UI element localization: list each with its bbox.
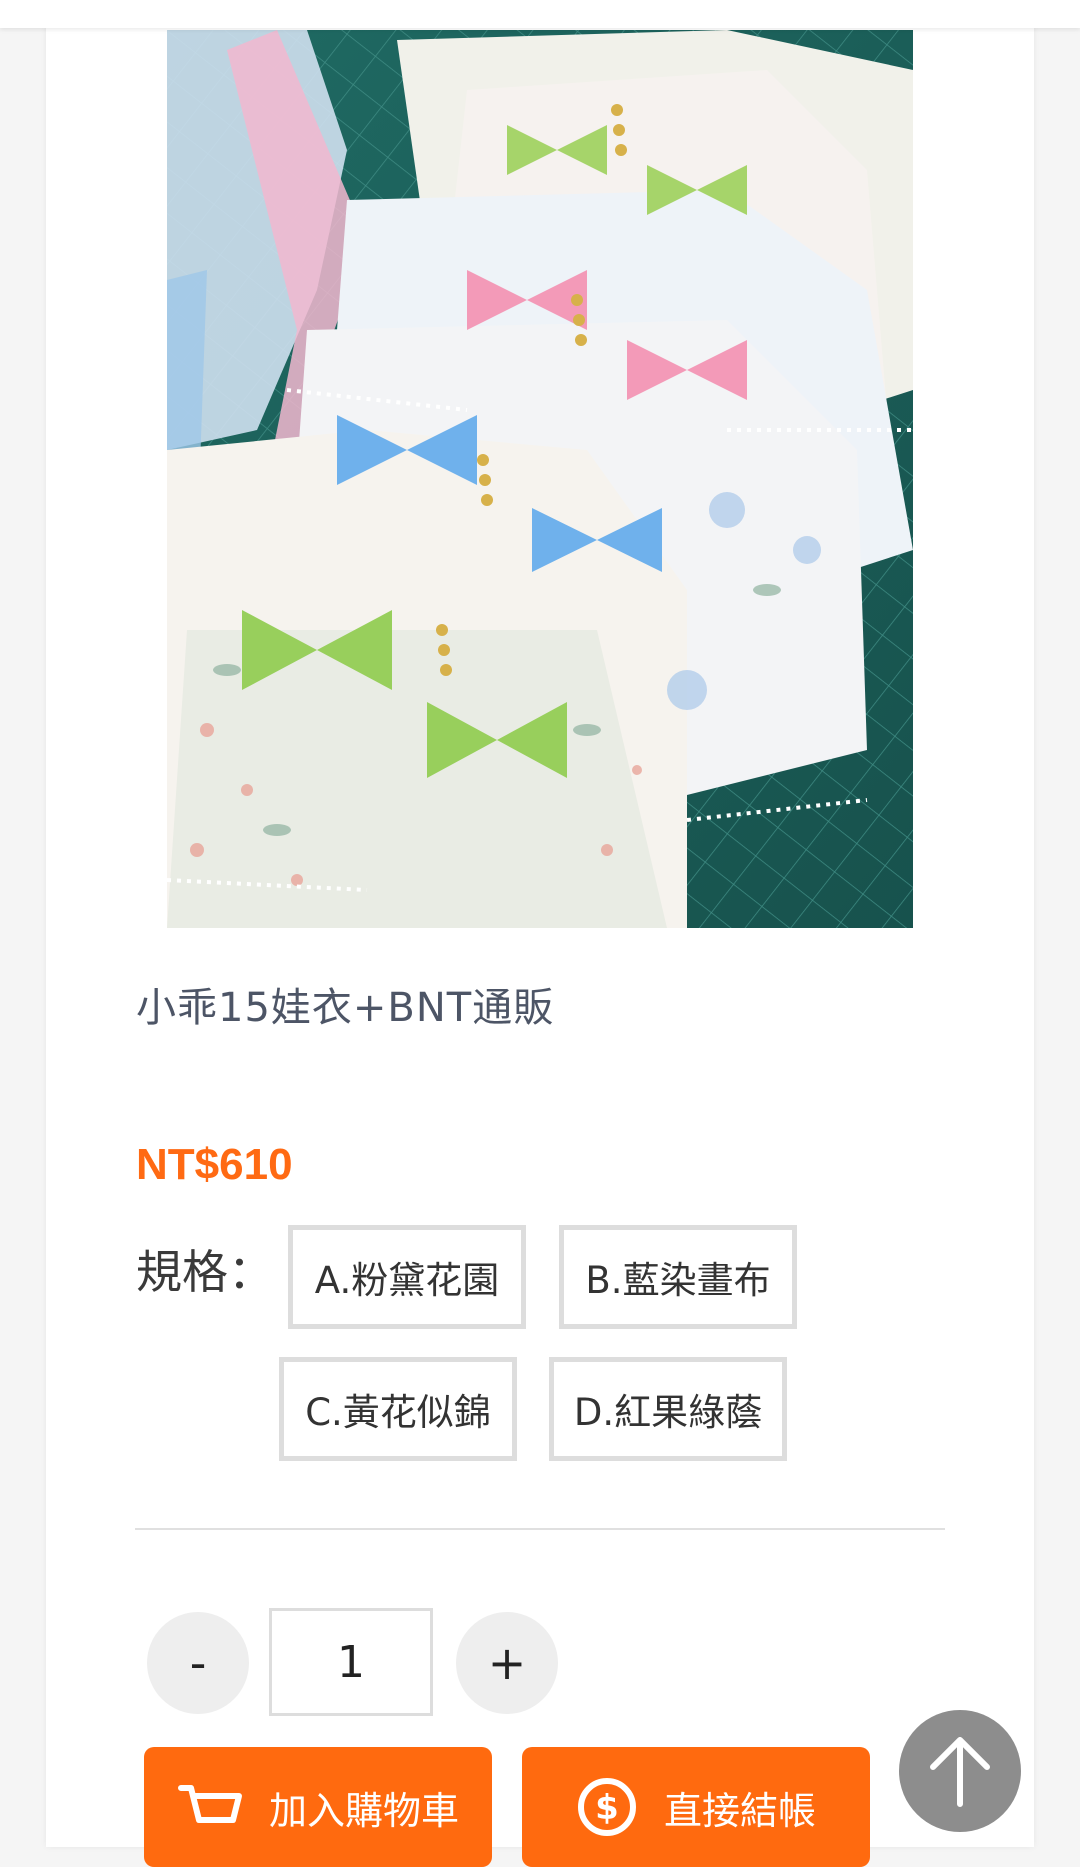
checkout-label: 直接結帳 — [663, 1788, 816, 1833]
back-to-top-button[interactable] — [899, 1710, 1021, 1832]
cart-icon — [177, 1785, 242, 1823]
quantity-plus-button[interactable]: + — [456, 1612, 558, 1714]
product-card: 小乖15娃衣+BNT通販 NT$610 規格： A.粉黛花園 B.藍染畫布 C.… — [46, 0, 1034, 1867]
spec-option-c[interactable]: C.黃花似錦 — [279, 1357, 517, 1461]
add-to-cart-button[interactable]: 加入購物車 — [144, 1747, 492, 1867]
spec-option-a[interactable]: A.粉黛花園 — [288, 1225, 526, 1329]
spec-option-b[interactable]: B.藍染畫布 — [559, 1225, 797, 1329]
divider — [135, 1528, 945, 1530]
product-image — [167, 30, 913, 928]
add-to-cart-label: 加入購物車 — [268, 1788, 459, 1833]
dollar-circle-icon: $ — [577, 1778, 636, 1836]
quantity-minus-button[interactable]: - — [147, 1612, 249, 1714]
top-bar — [0, 0, 1080, 28]
product-price: NT$610 — [136, 1140, 293, 1189]
svg-text:$: $ — [595, 1788, 619, 1828]
spec-option-d[interactable]: D.紅果綠蔭 — [549, 1357, 787, 1461]
quantity-input[interactable]: 1 — [269, 1608, 433, 1716]
product-title: 小乖15娃衣+BNT通販 — [136, 985, 555, 1031]
checkout-button[interactable]: $ 直接結帳 — [522, 1747, 870, 1867]
arrow-up-icon — [930, 1737, 990, 1807]
spec-label: 規格： — [136, 1245, 274, 1299]
